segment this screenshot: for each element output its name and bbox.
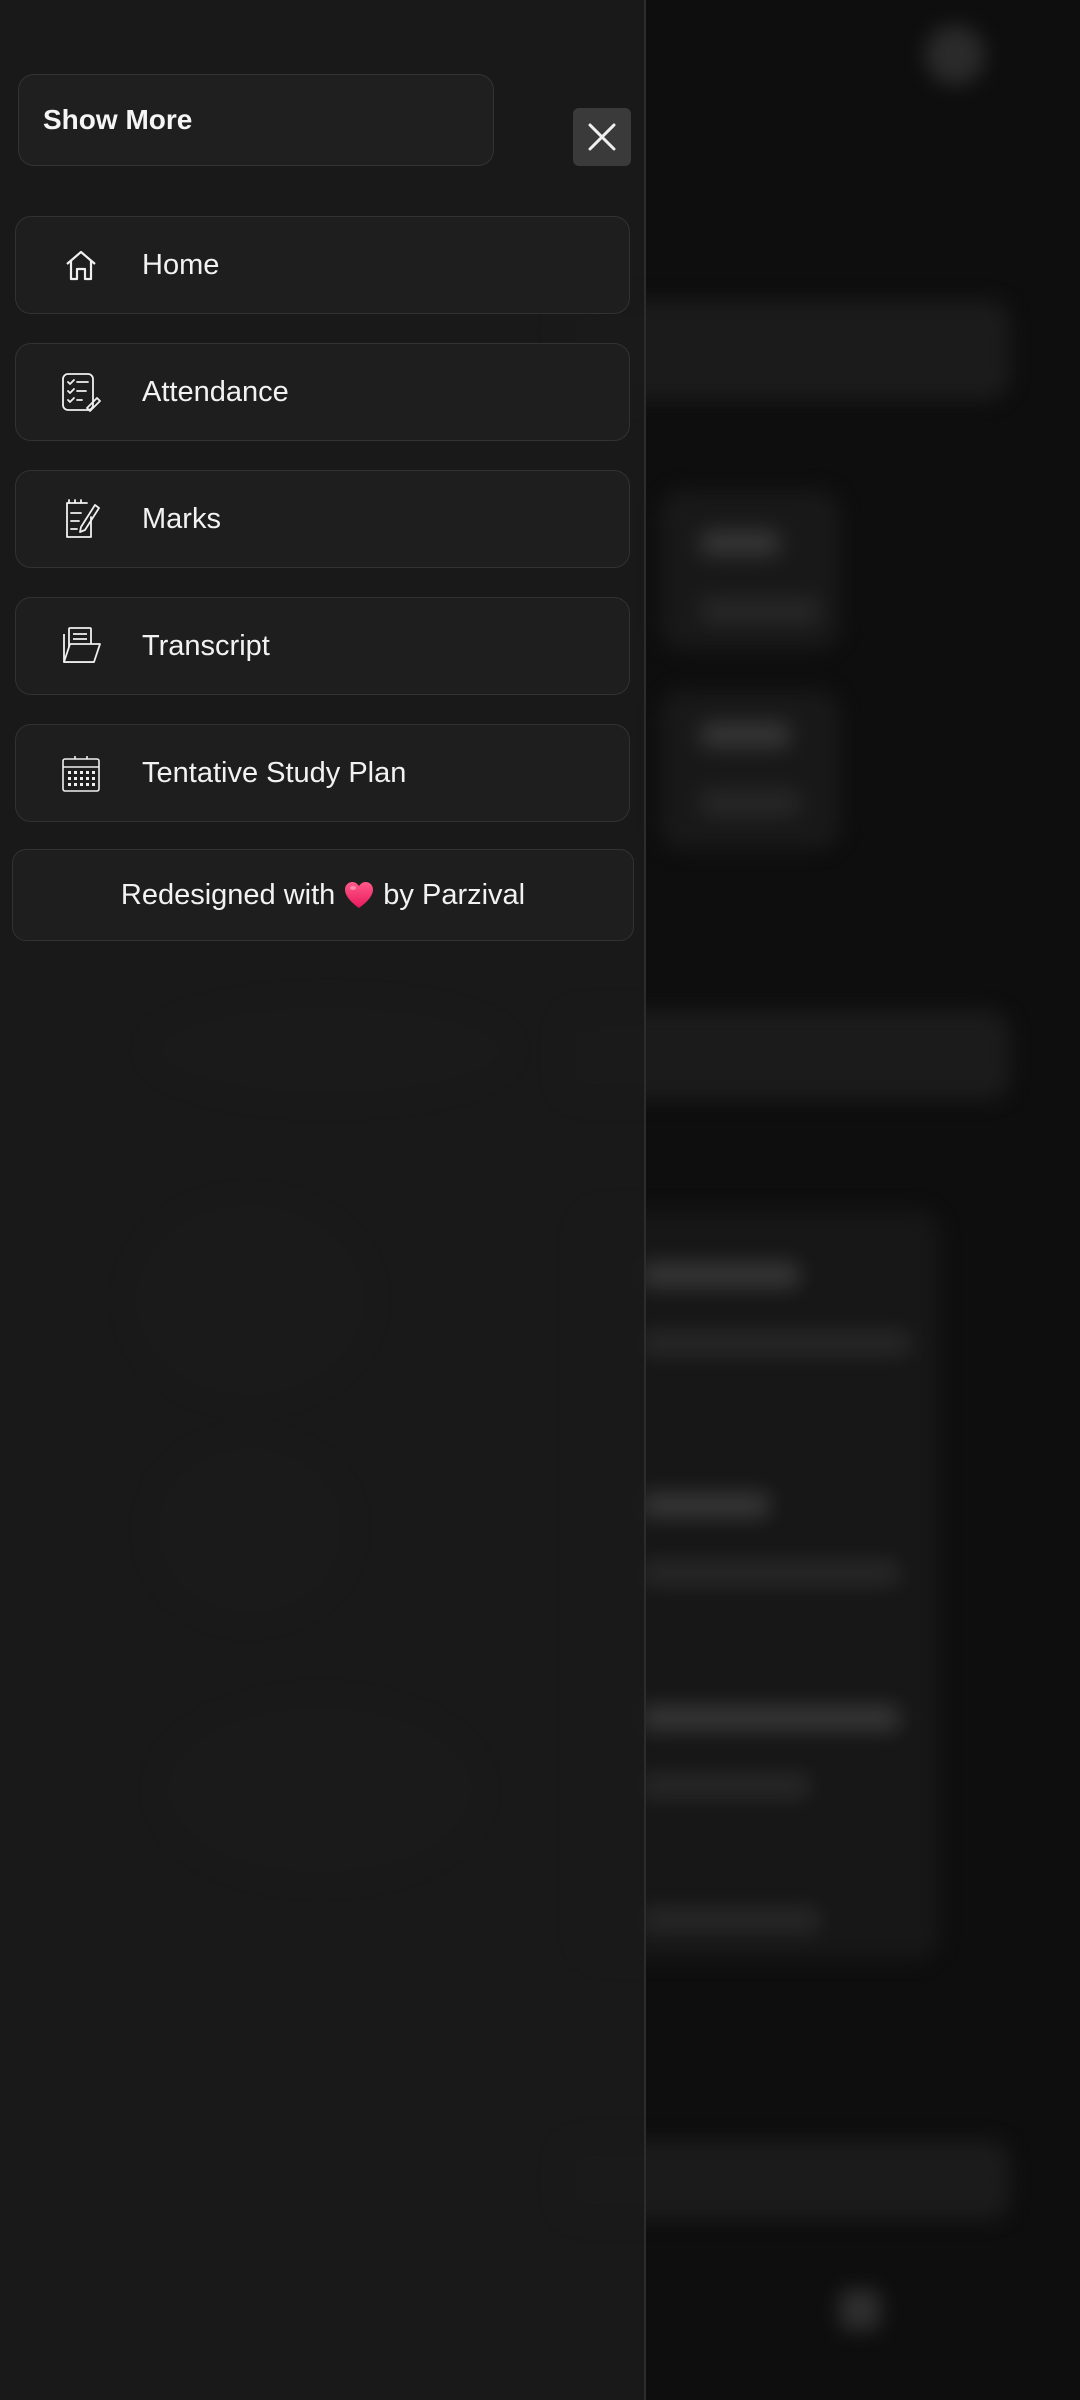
bg-text [640,1773,810,1799]
bg-avatar [925,25,985,85]
menu-item-tentative-study-plan[interactable]: Tentative Study Plan [15,724,630,822]
menu-item-home[interactable]: Home [15,216,630,314]
bg-text [700,722,790,748]
menu-item-label: Marks [142,502,221,535]
checklist-icon [59,370,103,414]
bg-text [640,1330,910,1356]
credits-prefix: Redesigned with [120,878,336,911]
heart-icon [344,881,374,909]
bg-text [640,1492,770,1518]
folder-document-icon [59,624,103,668]
bg-text [640,1907,820,1933]
bg-text [640,1560,900,1586]
menu-item-marks[interactable]: Marks [15,470,630,568]
side-drawer: Show More Home Attendance Marks Transcri… [0,0,646,2400]
menu-item-label: Tentative Study Plan [142,756,407,789]
bg-text [700,530,780,556]
bg-card [660,490,840,650]
menu-item-label: Home [142,248,220,281]
home-icon [59,243,103,287]
drawer-menu: Home Attendance Marks Transcript Tentati… [15,216,630,851]
drawer-title: Show More [43,104,193,135]
calendar-icon [59,751,103,795]
bg-nav-icon [840,2290,880,2330]
menu-item-transcript[interactable]: Transcript [15,597,630,695]
bg-text [640,1262,800,1288]
close-icon [588,123,616,151]
bg-card [660,690,840,850]
credits-footer: Redesigned with by Parzival [12,849,634,941]
bg-text [640,1705,900,1731]
menu-item-label: Transcript [142,629,270,662]
close-button[interactable] [573,108,631,166]
document-edit-icon [59,497,103,541]
bg-text [700,598,820,624]
drawer-header: Show More [18,74,494,166]
menu-item-label: Attendance [142,375,289,408]
menu-item-attendance[interactable]: Attendance [15,343,630,441]
credits-suffix: by Parzival [383,878,526,911]
bg-text [700,790,800,816]
